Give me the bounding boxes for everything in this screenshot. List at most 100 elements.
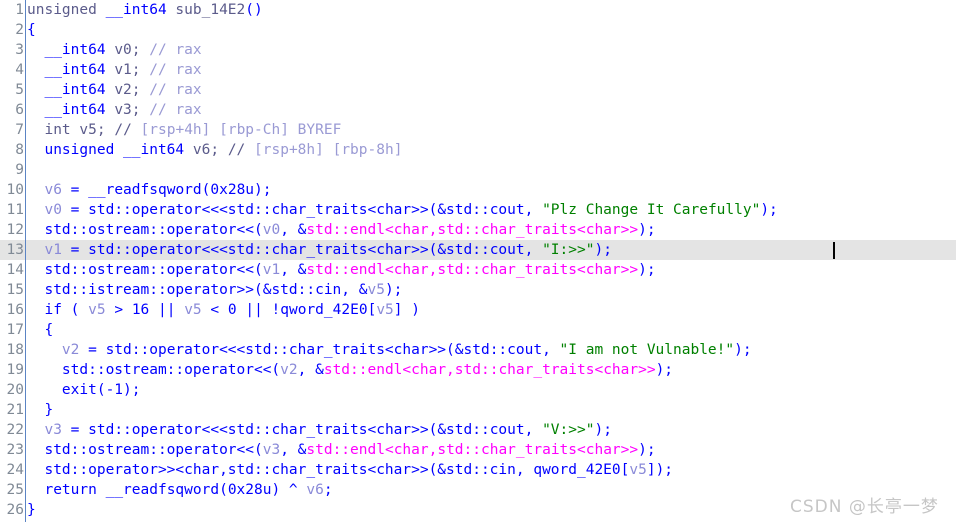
- code-text[interactable]: std::ostream::operator<<(v0, &std::endl<…: [24, 220, 655, 240]
- code-line[interactable]: 15 std::istream::operator>>(&std::cin, &…: [0, 280, 956, 300]
- code-line[interactable]: 5 __int64 v2; // rax: [0, 80, 956, 100]
- code-token: if: [44, 302, 62, 318]
- code-token: v2: [61, 342, 80, 358]
- code-text[interactable]: unsigned __int64 v6; // [rsp+8h] [rbp-8h…: [24, 140, 402, 160]
- code-line[interactable]: 24 std::operator>><char,std::char_traits…: [0, 460, 956, 480]
- code-token: "I am not Vulnable!": [559, 342, 735, 358]
- code-token: __readfsqword(: [96, 482, 228, 498]
- code-text[interactable]: unsigned __int64 sub_14E2(): [24, 0, 263, 20]
- line-number: 8: [15, 142, 24, 158]
- code-line[interactable]: 6 __int64 v3; // rax: [0, 100, 956, 120]
- code-line[interactable]: 4 __int64 v1; // rax: [0, 60, 956, 80]
- code-line[interactable]: 18 v2 = std::operator<<<std::char_traits…: [0, 340, 956, 360]
- line-number: 10: [6, 182, 24, 198]
- code-token: ;: [96, 122, 115, 138]
- code-line[interactable]: 3 __int64 v0; // rax: [0, 40, 956, 60]
- code-token: v1: [44, 242, 62, 258]
- code-text[interactable]: v3 = std::operator<<<std::char_traits<ch…: [24, 420, 611, 440]
- code-text[interactable]: v6 = __readfsqword(0x28u);: [24, 180, 271, 200]
- code-token: "V:>>": [542, 422, 595, 438]
- code-text[interactable]: std::ostream::operator<<(v1, &std::endl<…: [24, 260, 655, 280]
- code-token: exit: [61, 382, 97, 398]
- code-token: qword_42E0: [280, 302, 368, 318]
- code-line[interactable]: 1 unsigned __int64 sub_14E2(): [0, 0, 956, 20]
- code-text[interactable]: std::operator>><char,std::char_traits<ch…: [24, 460, 673, 480]
- line-number: 1: [15, 2, 24, 18]
- code-text[interactable]: v0 = std::operator<<<std::char_traits<ch…: [24, 200, 777, 220]
- code-text[interactable]: {: [24, 320, 53, 340]
- line-number: 20: [6, 382, 24, 398]
- code-line[interactable]: 17 {: [0, 320, 956, 340]
- code-text[interactable]: std::ostream::operator<<(v2, &std::endl<…: [24, 360, 673, 380]
- code-token: v2: [280, 362, 298, 378]
- code-line[interactable]: 21 }: [0, 400, 956, 420]
- code-token: ;: [131, 62, 150, 78]
- code-line[interactable]: 20 exit(-1);: [0, 380, 956, 400]
- code-token: 16: [131, 302, 150, 318]
- code-text[interactable]: v1 = std::operator<<<std::char_traits<ch…: [24, 240, 611, 260]
- code-line[interactable]: 10 v6 = __readfsqword(0x28u);: [0, 180, 956, 200]
- code-line[interactable]: 13 v1 = std::operator<<<std::char_traits…: [0, 240, 956, 260]
- code-token: }: [27, 502, 36, 518]
- code-text[interactable]: return __readfsqword(0x28u) ^ v6;: [24, 480, 332, 500]
- code-line[interactable]: 22 v3 = std::operator<<<std::char_traits…: [0, 420, 956, 440]
- code-line[interactable]: 8 unsigned __int64 v6; // [rsp+8h] [rbp-…: [0, 140, 956, 160]
- code-token: ;: [131, 42, 150, 58]
- code-text[interactable]: v2 = std::operator<<<std::char_traits<ch…: [24, 340, 752, 360]
- line-number: 6: [15, 102, 24, 118]
- code-line[interactable]: 16 if ( v5 > 16 || v5 < 0 || !qword_42E0…: [0, 300, 956, 320]
- code-text[interactable]: __int64 v2; // rax: [24, 80, 201, 100]
- line-number: 13: [6, 242, 24, 258]
- code-token: );: [638, 442, 656, 458]
- code-token: , &: [297, 362, 324, 378]
- code-lines-container[interactable]: 1 unsigned __int64 sub_14E2() 2{3 __int64 …: [0, 0, 956, 520]
- code-token: __int64: [44, 62, 106, 78]
- code-text[interactable]: std::ostream::operator<<(v3, &std::endl<…: [24, 440, 656, 460]
- code-token: >: [105, 302, 132, 318]
- code-line[interactable]: 23 std::ostream::operator<<(v3, &std::en…: [0, 440, 956, 460]
- code-token: {: [27, 22, 36, 38]
- code-text[interactable]: __int64 v0; // rax: [24, 40, 201, 60]
- code-line[interactable]: 7 int v5; // [rsp+4h] [rbp-Ch] BYREF: [0, 120, 956, 140]
- code-token: std::ostream::operator<<(: [61, 362, 281, 378]
- code-text[interactable]: __int64 v3; // rax: [24, 100, 201, 120]
- code-text[interactable]: int v5; // [rsp+4h] [rbp-Ch] BYREF: [24, 120, 341, 140]
- code-token: 0x28u: [210, 182, 255, 198]
- text-caret: [833, 242, 835, 259]
- code-token: __readfsqword: [88, 182, 202, 198]
- code-line[interactable]: 9: [0, 160, 956, 180]
- code-token: ;: [131, 82, 150, 98]
- pseudocode-view[interactable]: 1 unsigned __int64 sub_14E2() 2{3 __int64 …: [0, 0, 956, 522]
- code-text[interactable]: std::istream::operator>>(&std::cin, &v5)…: [24, 280, 402, 300]
- code-token: v5: [376, 302, 394, 318]
- code-line[interactable]: 14 std::ostream::operator<<(v1, &std::en…: [0, 260, 956, 280]
- code-line[interactable]: 11 v0 = std::operator<<<std::char_traits…: [0, 200, 956, 220]
- code-line[interactable]: 2{: [0, 20, 956, 40]
- line-number: 16: [6, 302, 24, 318]
- code-line[interactable]: 12 std::ostream::operator<<(v0, &std::en…: [0, 220, 956, 240]
- code-text[interactable]: exit(-1);: [24, 380, 141, 400]
- code-token: -1: [105, 382, 124, 398]
- code-text[interactable]: if ( v5 > 16 || v5 < 0 || !qword_42E0[v5…: [24, 300, 420, 320]
- code-token: [rsp+8h] [rbp-8h]: [254, 142, 403, 158]
- code-token: v6: [306, 482, 324, 498]
- line-number: 23: [6, 442, 24, 458]
- code-text[interactable]: }: [24, 400, 53, 420]
- code-line[interactable]: 19 std::ostream::operator<<(v2, &std::en…: [0, 360, 956, 380]
- code-token: =: [61, 182, 89, 198]
- code-token: ;: [210, 142, 228, 158]
- code-token: v5: [88, 302, 106, 318]
- code-token: //: [227, 142, 255, 158]
- code-text[interactable]: __int64 v1; // rax: [24, 60, 201, 80]
- line-number: 3: [15, 42, 24, 58]
- code-token: ]);: [646, 462, 674, 478]
